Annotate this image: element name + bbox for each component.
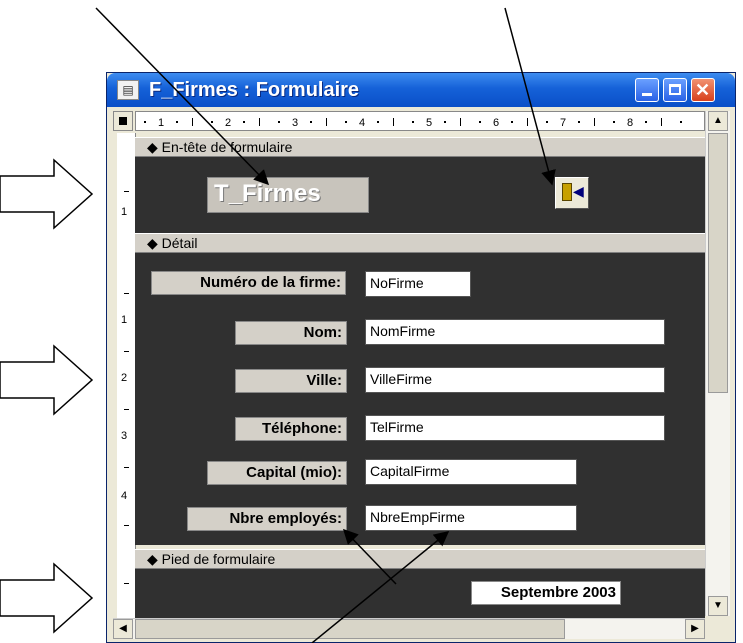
pointer-arrow xyxy=(311,531,450,643)
hollow-arrow xyxy=(0,344,94,416)
annotation-arrows xyxy=(0,7,556,643)
pointer-arrow xyxy=(504,7,556,186)
hollow-arrow xyxy=(0,562,94,634)
pointer-arrow xyxy=(342,528,397,585)
pointer-arrow xyxy=(95,7,270,186)
hollow-arrow xyxy=(0,158,94,230)
